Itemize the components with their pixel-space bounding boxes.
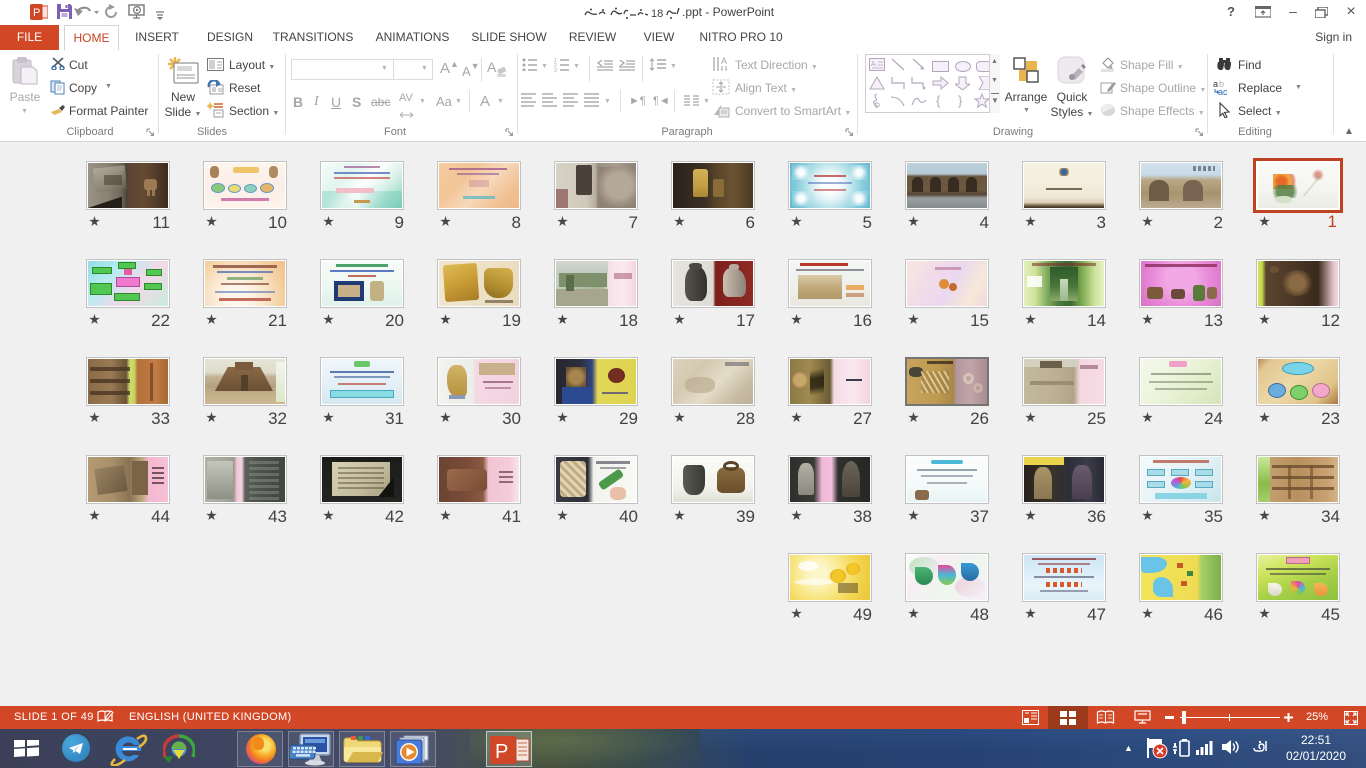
svg-text:A: A: [721, 56, 727, 66]
svg-text:A: A: [871, 61, 876, 68]
svg-text:P: P: [33, 7, 40, 19]
svg-text:ac: ac: [1218, 87, 1228, 96]
svg-text:P: P: [495, 741, 508, 763]
svg-text:3: 3: [554, 68, 557, 72]
svg-text:18: 18: [651, 8, 663, 20]
